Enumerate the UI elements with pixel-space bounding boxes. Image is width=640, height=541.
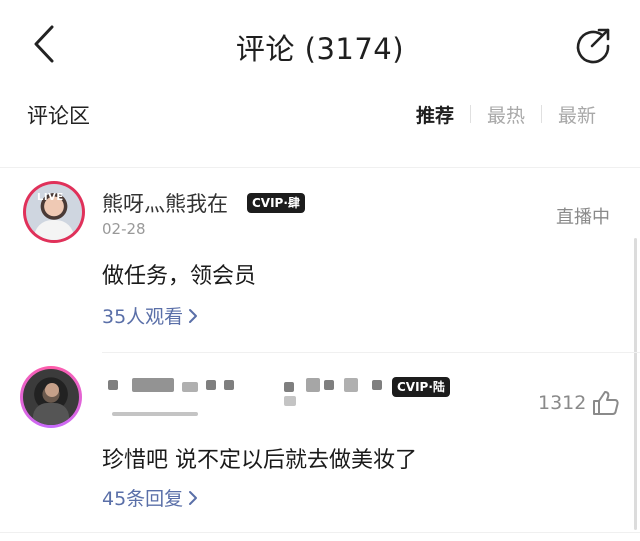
avatar[interactable] — [20, 366, 82, 428]
username-redacted — [108, 376, 388, 406]
comment-text: 珍惜吧 说不定以后就去做美妆了 — [102, 448, 417, 473]
sort-tabs: 推荐 最热 最新 — [416, 100, 596, 128]
vip-badge: CVIP·肆 — [247, 193, 305, 213]
watch-link[interactable]: 35人观看 — [102, 302, 199, 329]
page-title: 评论 (3174) — [235, 32, 405, 66]
live-badge: LIVE — [37, 192, 64, 203]
avatar-shirt — [34, 220, 74, 240]
tab-hottest[interactable]: 最热 — [487, 101, 525, 128]
avatar-body — [33, 403, 69, 425]
tab-newest[interactable]: 最新 — [558, 101, 596, 128]
live-status[interactable]: 直播中 — [556, 203, 610, 229]
divider — [102, 352, 640, 353]
watch-count: 35人观看 — [102, 306, 184, 328]
tab-divider — [470, 105, 472, 123]
tab-divider — [541, 105, 543, 123]
thumbs-up-icon — [593, 391, 619, 415]
divider — [0, 167, 640, 168]
avatar[interactable]: LIVE — [23, 181, 85, 243]
reply-count: 45条回复 — [102, 488, 184, 510]
share-icon — [576, 28, 610, 64]
comment-date: 02-28 — [102, 220, 146, 238]
share-button[interactable] — [572, 24, 614, 66]
comment-text: 做任务，领会员 — [102, 264, 257, 289]
avatar-face — [45, 383, 59, 397]
tab-recommended[interactable]: 推荐 — [416, 101, 454, 128]
avatar-image — [23, 369, 79, 425]
scrollbar[interactable] — [634, 238, 637, 530]
like-count: 1312 — [538, 392, 587, 414]
chevron-right-icon — [189, 308, 198, 323]
divider — [0, 532, 640, 533]
username[interactable]: 熊呀灬熊我在 — [102, 188, 228, 218]
like-button[interactable]: 1312 — [538, 390, 620, 416]
chevron-right-icon — [189, 490, 198, 505]
reply-link[interactable]: 45条回复 — [102, 484, 199, 511]
vip-badge: CVIP·陆 — [392, 377, 450, 397]
comment-section-label: 评论区 — [27, 104, 90, 128]
date-redacted — [108, 404, 198, 420]
